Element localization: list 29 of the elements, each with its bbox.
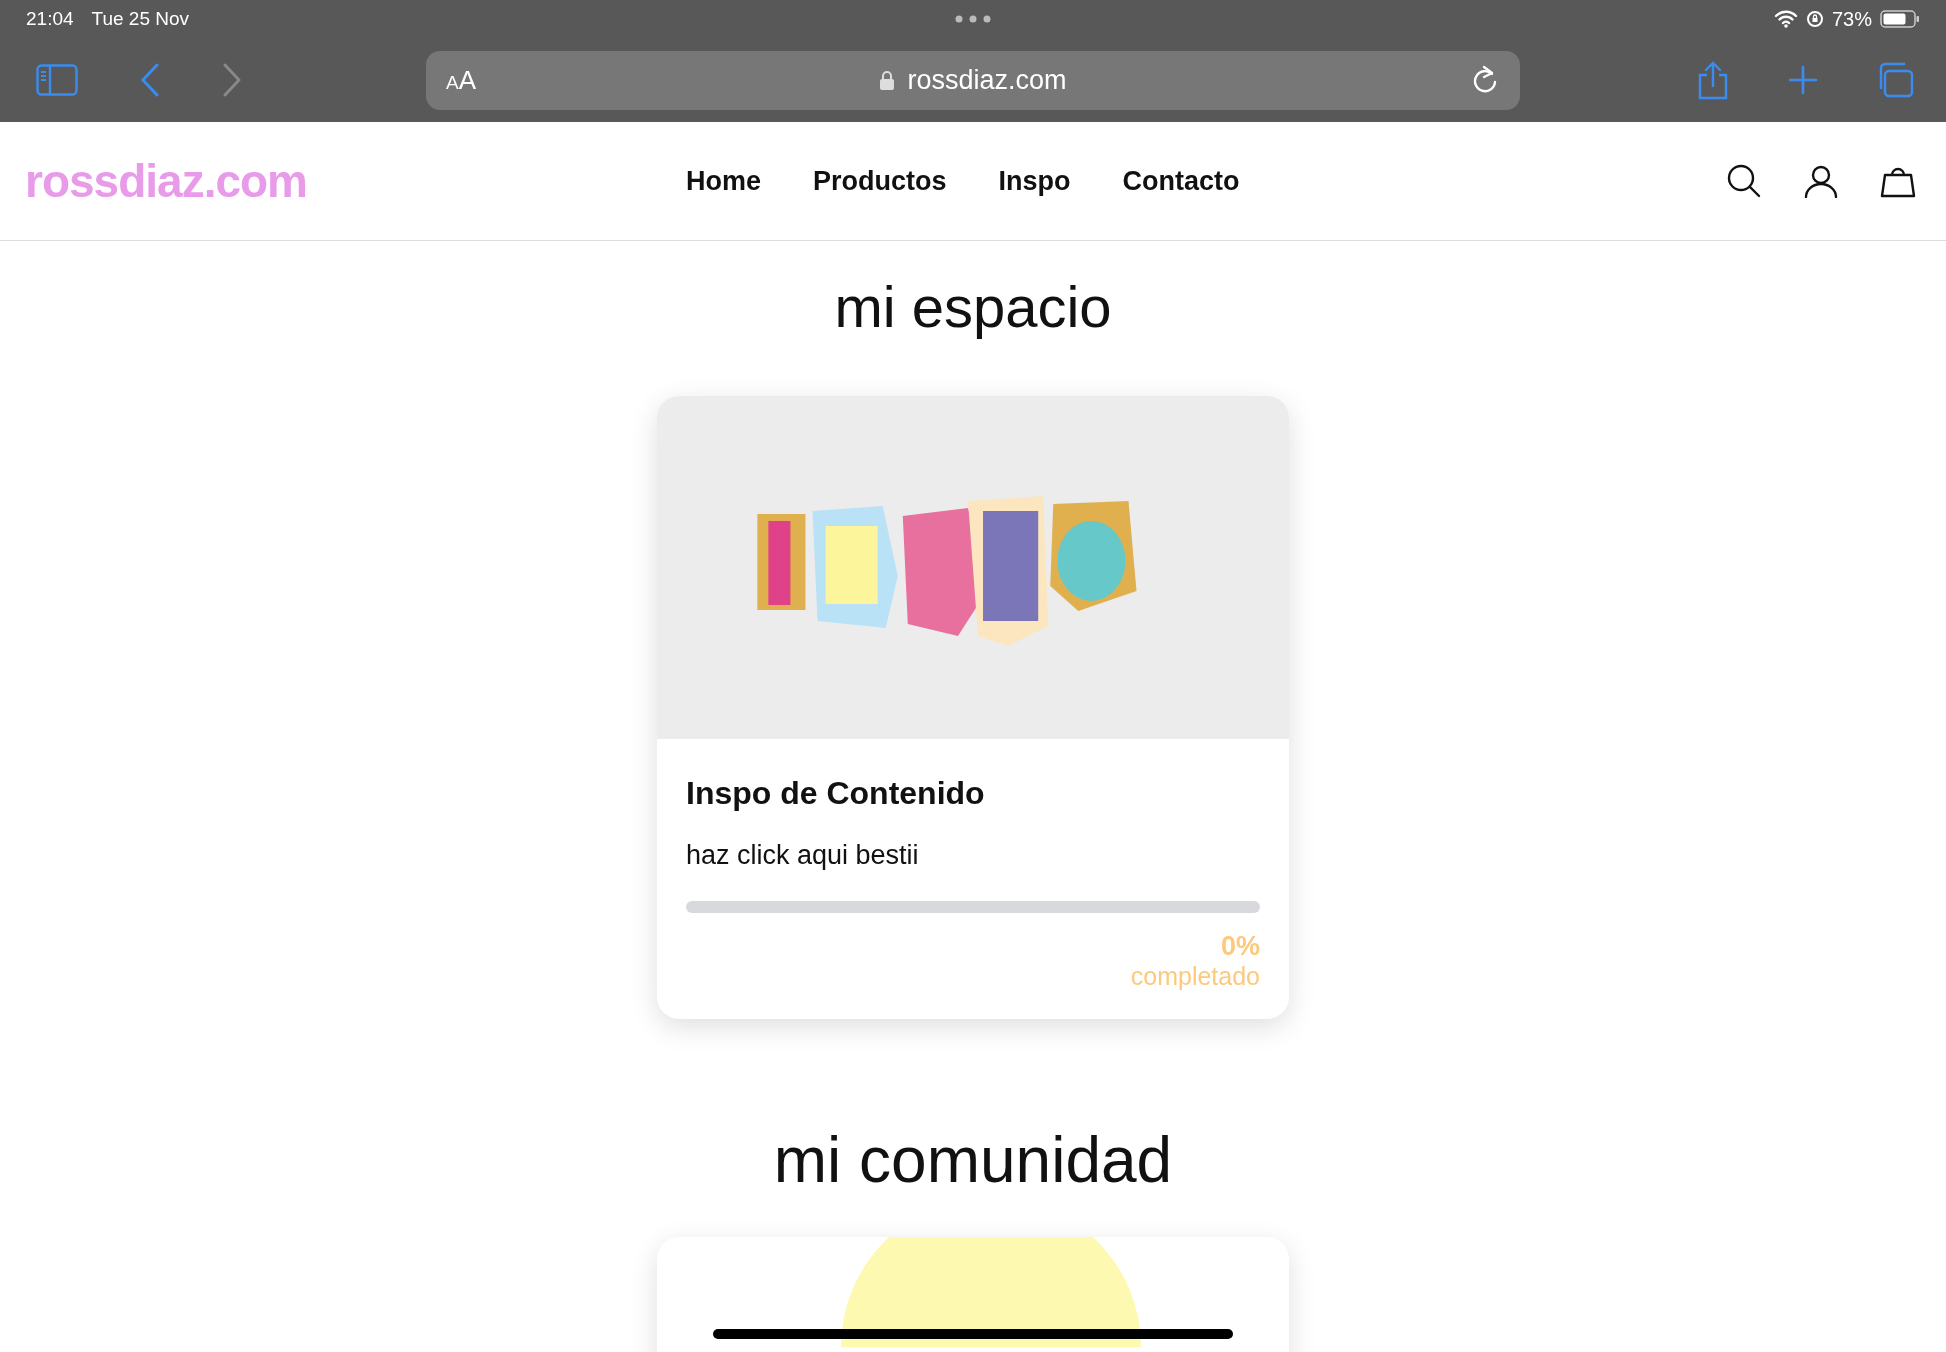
battery-percent: 73% [1831,7,1872,31]
nav-link[interactable]: Inspo [998,165,1071,197]
more-dots-icon[interactable] [955,15,991,23]
battery-icon [1880,9,1920,29]
wifi-icon [1773,10,1798,28]
forward-icon[interactable] [222,63,242,97]
text-size-button[interactable]: AA [446,64,477,96]
card-subtitle: haz click aqui bestii [686,840,920,871]
nav-link[interactable]: Productos [813,165,947,197]
rotation-lock-icon [1805,10,1824,28]
address-bar[interactable]: AA rossdiaz.com [426,50,1520,110]
status-date: Tue 25 Nov [91,8,190,30]
progress-percent: 0% [1220,931,1260,962]
back-icon[interactable] [140,63,160,97]
search-icon[interactable] [1726,163,1762,199]
sidebar-icon[interactable] [36,64,78,96]
card-title: Inspo de Contenido [686,775,986,812]
account-icon[interactable] [1804,164,1838,198]
section-heading: mi espacio [834,273,1112,340]
lock-icon [879,69,896,91]
share-icon[interactable] [1696,60,1730,100]
progress-label: completado [1130,962,1260,991]
section-heading: mi comunidad [773,1123,1173,1197]
nav-link[interactable]: Home [686,165,761,197]
nav-link[interactable]: Contacto [1122,165,1240,197]
course-card[interactable]: Inspo de Contenido haz click aqui bestii 0% completado [657,396,1289,1019]
url-text: rossdiaz.com [907,64,1067,96]
status-time: 21:04 [26,8,74,30]
new-tab-icon[interactable] [1788,65,1818,95]
